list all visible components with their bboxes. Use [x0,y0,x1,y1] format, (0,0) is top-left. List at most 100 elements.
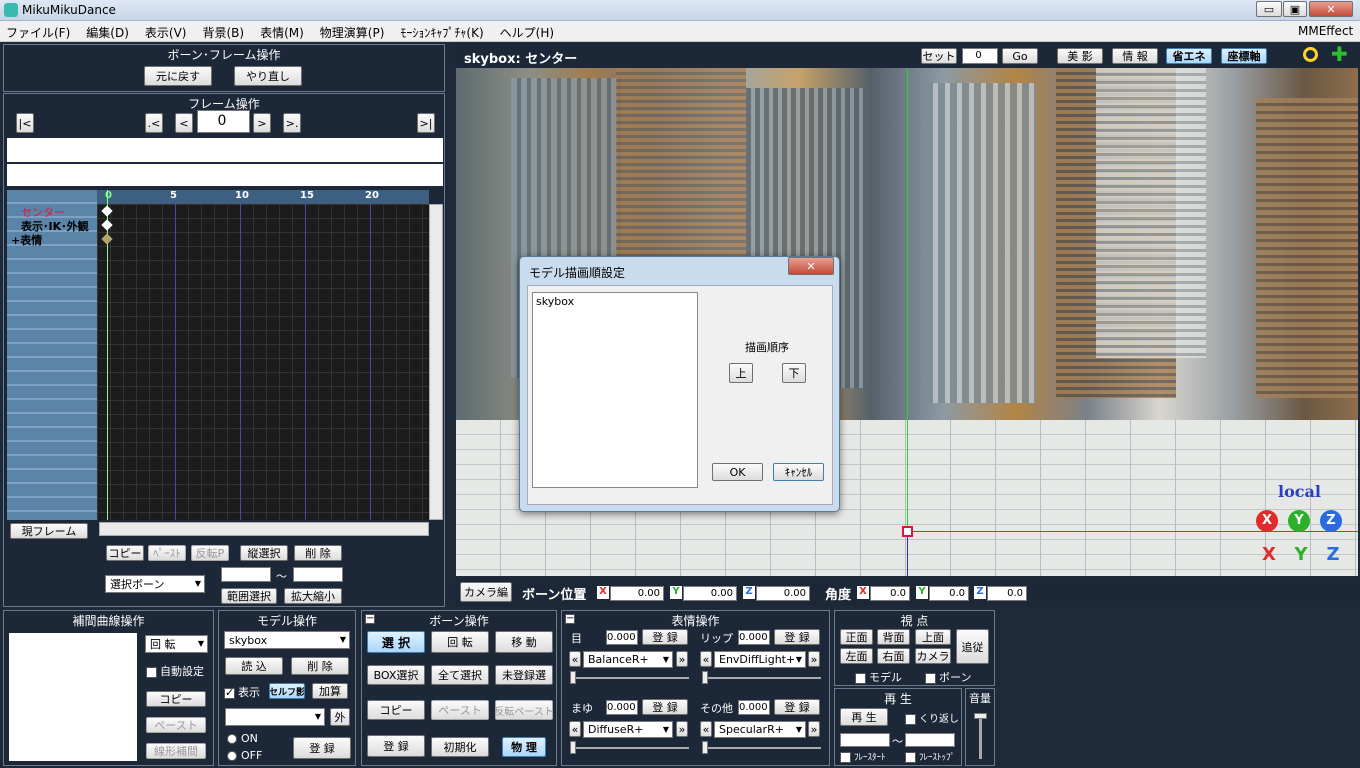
play-end-input[interactable] [905,733,955,747]
off-radio[interactable]: OFF [227,749,262,762]
next-key-button[interactable]: >. [283,113,301,133]
vertical-select-button[interactable]: 縦選択 [240,545,288,561]
view-left-button[interactable]: 左面 [840,648,873,664]
lip-morph-dropdown[interactable]: EnvDiffLight+ ▼ [714,651,806,668]
rotate-z-icon[interactable]: Z [1320,510,1342,532]
auto-set-check-box[interactable] [146,666,157,678]
lip-slider[interactable] [702,671,821,684]
track-expression-label[interactable]: +表情 [11,232,42,248]
rotate-x-icon[interactable]: X [1256,510,1278,532]
loop-checkbox[interactable]: くり返し [905,710,959,725]
other-register-button[interactable]: 登 録 [774,699,820,715]
model-register-button[interactable]: 登 録 [293,737,351,759]
eye-register-button[interactable]: 登 録 [642,629,688,645]
other-slider-thumb[interactable] [702,741,708,754]
lip-prev-button[interactable]: « [700,651,712,667]
brow-morph-dropdown[interactable]: DiffuseR+ ▼ [583,721,673,738]
view-camera-button[interactable]: カメラ [915,648,951,664]
rotate-y-icon[interactable]: Y [1288,510,1310,532]
volume-slider-thumb[interactable] [974,713,987,719]
menu-background[interactable]: 背景(B) [202,24,244,40]
delete-model-button[interactable]: 削 除 [291,657,349,675]
frame-start-check-box[interactable] [840,752,851,763]
interp-copy-button[interactable]: コピー [146,691,206,707]
show-checkbox[interactable]: 表示 [224,684,260,700]
view-model-check-box[interactable] [855,672,866,684]
brow-slider-thumb[interactable] [570,741,576,754]
model-list-item[interactable]: skybox [533,293,697,310]
first-frame-button[interactable]: |< [16,113,34,133]
beauty-shadow-button[interactable]: 美 影 [1057,48,1103,64]
timeline-vscroll[interactable] [429,204,443,520]
outer-parent-dropdown[interactable]: ▼ [225,708,325,726]
menu-file[interactable]: ファイル(F) [6,24,70,40]
show-check-box[interactable] [224,686,235,699]
other-morph-dropdown[interactable]: SpecularR+ ▼ [714,721,806,738]
ok-button[interactable]: OK [712,463,763,481]
view-bone-check-box[interactable] [925,672,936,684]
frame-number-input[interactable]: 0 [197,110,250,133]
undo-button[interactable]: 元に戻す [144,66,212,86]
set-frame-input[interactable]: 0 [962,48,998,64]
eye-next-button[interactable]: » [676,651,688,667]
move-up-button[interactable]: 上 [729,363,753,383]
view-back-button[interactable]: 背面 [877,629,910,645]
pos-x-input[interactable]: 0.00 [610,586,664,601]
center-bone-marker[interactable] [902,526,913,537]
menu-edit[interactable]: 編集(D) [86,24,129,40]
minimize-button[interactable]: ▭ [1256,1,1282,17]
range-end-input[interactable] [293,567,343,582]
eye-slider[interactable] [570,671,689,684]
view-top-button[interactable]: 上面 [915,629,951,645]
copy-button[interactable]: コピー [106,545,144,561]
add-blend-button[interactable]: 加算 [312,683,348,699]
timeline-hscroll[interactable] [99,522,429,536]
move-down-button[interactable]: 下 [782,363,806,383]
move-z-icon[interactable]: Z [1320,544,1346,566]
timeline[interactable]: 0 5 10 15 20 センター 表示･IK･外観 +表情 [7,190,429,520]
box-select-button[interactable]: BOX選択 [367,665,425,685]
local-label[interactable]: local [1278,482,1321,501]
bone-reverse-paste-button[interactable]: 反転ペースト [495,700,553,720]
lip-next-button[interactable]: » [808,651,820,667]
eye-morph-dropdown[interactable]: BalanceR+ ▼ [583,651,673,668]
unregistered-select-button[interactable]: 未登録選 [495,665,553,685]
mmeffect-menu[interactable]: MMEffect [1298,24,1353,38]
move-y-icon[interactable]: Y [1288,544,1314,566]
brow-prev-button[interactable]: « [569,721,581,737]
prev-frame-button[interactable]: < [175,113,193,133]
interpolation-curve[interactable] [9,633,137,761]
self-shadow-button[interactable]: セルフ影 [269,683,305,699]
interp-paste-button[interactable]: ペースト [146,717,206,733]
interp-rotate-dropdown[interactable]: 回 転 ▼ [145,635,208,653]
maximize-button[interactable]: ▣ [1283,1,1307,17]
redo-button[interactable]: やり直し [234,66,302,86]
brow-value-input[interactable]: 0.000 [606,700,638,715]
lip-value-input[interactable]: 0.000 [738,630,770,645]
frame-stop-checkbox[interactable]: ﾌﾚｰｽﾄｯﾌﾟ [905,750,955,763]
bone-paste-button[interactable]: ペースト [431,700,489,720]
frame-start-checkbox[interactable]: ﾌﾚｰｽﾀｰﾄ [840,750,886,763]
last-frame-button[interactable]: >| [417,113,435,133]
eye-prev-button[interactable]: « [569,651,581,667]
outer-parent-button[interactable]: 外 [330,708,350,726]
angle-z-input[interactable]: 0.0 [987,586,1027,601]
menu-motion-capture[interactable]: ﾓｰｼｮﾝｷｬﾌﾟﾁｬ(K) [400,24,483,40]
axis-button[interactable]: 座標軸 [1221,48,1267,64]
prev-key-button[interactable]: .< [145,113,163,133]
lip-slider-thumb[interactable] [702,671,708,684]
menu-help[interactable]: ヘルプ(H) [500,24,554,40]
info-button[interactable]: 情 報 [1112,48,1158,64]
follow-button[interactable]: 追従 [956,629,989,664]
angle-x-input[interactable]: 0.0 [870,586,910,601]
eye-value-input[interactable]: 0.000 [606,630,638,645]
paste-button[interactable]: ﾍﾟｰｽﾄ [148,545,186,561]
scale-button[interactable]: 拡大縮小 [284,588,342,604]
menu-physics[interactable]: 物理演算(P) [320,24,385,40]
eco-button[interactable]: 省エネ [1166,48,1212,64]
move-x-icon[interactable]: X [1256,544,1282,566]
auto-set-checkbox[interactable]: 自動設定 [146,663,204,679]
other-value-input[interactable]: 0.000 [738,700,770,715]
model-dropdown[interactable]: skybox ▼ [224,631,350,649]
zoom-icon[interactable] [1303,47,1318,62]
